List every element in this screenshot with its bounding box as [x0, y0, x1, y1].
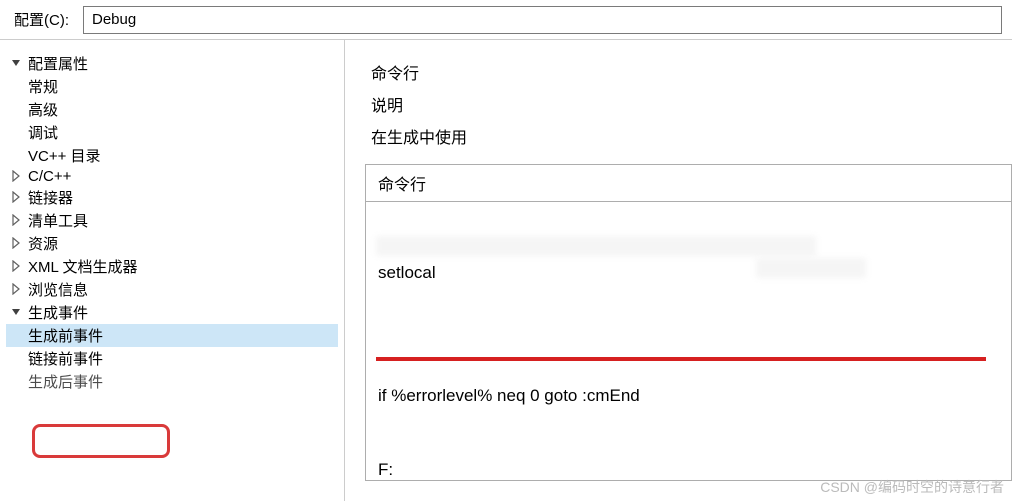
- tree-item-manifest[interactable]: 清单工具: [6, 209, 338, 232]
- cmd-line: setlocal: [378, 261, 999, 286]
- tree-item-label: 浏览信息: [28, 279, 88, 300]
- tree-item-buildevents[interactable]: 生成事件: [6, 301, 338, 324]
- tree-item-label: 生成后事件: [28, 371, 103, 392]
- tree-item-advanced[interactable]: 高级: [6, 98, 338, 121]
- config-dropdown[interactable]: Debug: [83, 6, 1002, 34]
- annotation-highlight: [32, 424, 170, 458]
- tree-root-label: 配置属性: [28, 53, 88, 74]
- tree-item-vcdirs[interactable]: VC++ 目录: [6, 144, 338, 167]
- tree-item-label: XML 文档生成器: [28, 256, 137, 277]
- tree-item-browseinfo[interactable]: 浏览信息: [6, 278, 338, 301]
- tree-item-label: 调试: [28, 122, 58, 143]
- tree-item-label: 生成前事件: [28, 325, 103, 346]
- chevron-right-icon[interactable]: [10, 260, 24, 274]
- chevron-down-icon[interactable]: [10, 306, 24, 320]
- tree-item-label: 生成事件: [28, 302, 88, 323]
- prop-commandline[interactable]: 命令行: [365, 56, 1012, 88]
- config-top-bar: 配置(C): Debug: [0, 0, 1012, 40]
- tree-item-label: 常规: [28, 76, 58, 97]
- config-label: 配置(C):: [10, 7, 73, 32]
- cmd-line: if %errorlevel% neq 0 goto :cmEnd: [378, 384, 999, 409]
- prop-description[interactable]: 说明: [365, 88, 1012, 120]
- commandline-header: 命令行: [365, 164, 1012, 201]
- tree-item-label: 资源: [28, 233, 58, 254]
- right-panel: 命令行 说明 在生成中使用 命令行 setlocal if %errorleve…: [345, 40, 1012, 501]
- chevron-right-icon[interactable]: [10, 170, 24, 184]
- cmd-line: F:: [378, 458, 999, 481]
- tree-item-label: 链接前事件: [28, 348, 103, 369]
- tree-item-debug[interactable]: 调试: [6, 121, 338, 144]
- property-tree[interactable]: 配置属性 常规 高级 调试 VC++ 目录 C/: [6, 52, 338, 393]
- prop-useinbuild[interactable]: 在生成中使用: [365, 120, 1012, 152]
- commandline-textarea[interactable]: setlocal if %errorlevel% neq 0 goto :cmE…: [365, 201, 1012, 481]
- tree-item-resources[interactable]: 资源: [6, 232, 338, 255]
- chevron-right-icon[interactable]: [10, 283, 24, 297]
- tree-item-label: 链接器: [28, 187, 73, 208]
- annotation-underline: [376, 357, 986, 361]
- tree-item-label: VC++ 目录: [28, 145, 101, 166]
- tree-item-ccpp[interactable]: C/C++: [6, 167, 338, 186]
- chevron-down-icon[interactable]: [10, 57, 24, 71]
- tree-item-postbuild[interactable]: 生成后事件: [6, 370, 338, 393]
- property-grid: 命令行 说明 在生成中使用: [365, 56, 1012, 152]
- tree-item-linker[interactable]: 链接器: [6, 186, 338, 209]
- redaction-blur: [756, 258, 866, 278]
- tree-root[interactable]: 配置属性: [6, 52, 338, 75]
- main-area: 配置属性 常规 高级 调试 VC++ 目录 C/: [0, 40, 1012, 501]
- tree-item-prebuild[interactable]: 生成前事件: [6, 324, 338, 347]
- tree-item-prelink[interactable]: 链接前事件: [6, 347, 338, 370]
- tree-item-label: 清单工具: [28, 210, 88, 231]
- tree-item-general[interactable]: 常规: [6, 75, 338, 98]
- redaction-blur: [376, 236, 816, 256]
- tree-item-label: 高级: [28, 99, 58, 120]
- config-dropdown-value: Debug: [92, 11, 136, 28]
- tree-item-xmldoc[interactable]: XML 文档生成器: [6, 255, 338, 278]
- tree-panel: 配置属性 常规 高级 调试 VC++ 目录 C/: [0, 40, 345, 501]
- tree-item-label: C/C++: [28, 168, 71, 185]
- chevron-right-icon[interactable]: [10, 214, 24, 228]
- chevron-right-icon[interactable]: [10, 237, 24, 251]
- chevron-right-icon[interactable]: [10, 191, 24, 205]
